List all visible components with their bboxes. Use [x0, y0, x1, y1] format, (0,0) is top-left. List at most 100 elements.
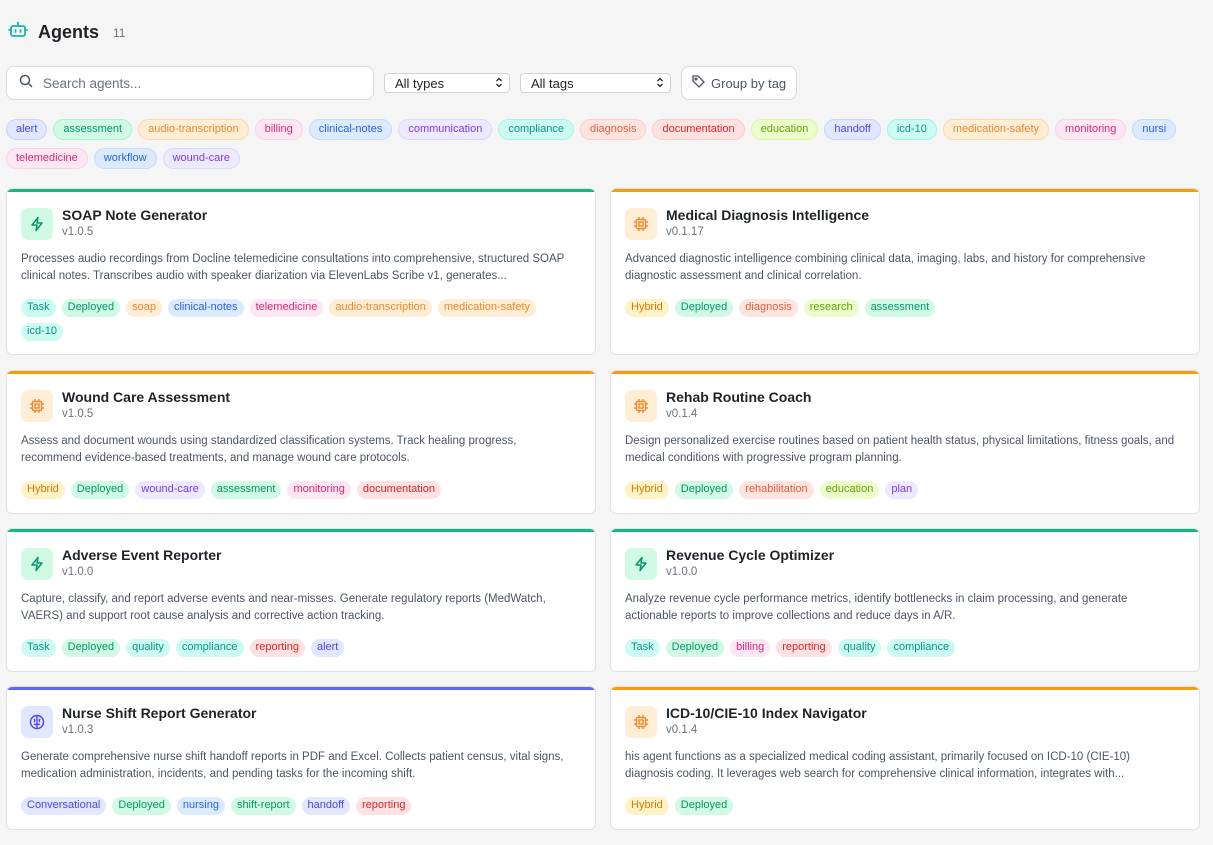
- agent-type-accent-bar: [611, 529, 1199, 532]
- filter-tag-chip[interactable]: compliance: [498, 119, 574, 140]
- agent-description: Processes audio recordings from Docline …: [21, 253, 565, 282]
- agent-tag: compliance: [887, 639, 956, 657]
- filter-tag-chip[interactable]: alert: [6, 119, 48, 140]
- filter-tag-chip[interactable]: medication-safety: [942, 119, 1050, 140]
- agent-type-accent-bar: [7, 687, 595, 690]
- agent-card[interactable]: SOAP Note Generator v1.0.5 Processes audio…: [6, 188, 596, 355]
- agent-tag: billing: [730, 639, 771, 657]
- agent-tag: Conversational: [21, 797, 107, 815]
- agent-tag: rehabilitation: [739, 481, 814, 499]
- filter-tag-chip[interactable]: wound-care: [162, 148, 241, 169]
- agent-tag: Deployed: [112, 797, 171, 815]
- agent-tag: Task: [21, 299, 56, 317]
- chip-icon: [21, 390, 53, 422]
- agent-tag: nursing: [176, 797, 225, 815]
- agent-name: Medical Diagnosis Intelligence: [666, 207, 870, 223]
- agent-type-accent-bar: [7, 189, 595, 192]
- agent-name: Revenue Cycle Optimizer: [666, 547, 835, 563]
- agent-name: Wound Care Assessment: [62, 389, 231, 405]
- agent-tag: research: [803, 299, 859, 317]
- agent-tag: Deployed: [674, 299, 734, 317]
- agent-tag: reporting: [776, 639, 832, 657]
- agent-name: Nurse Shift Report Generator: [62, 705, 257, 721]
- agent-type-accent-bar: [7, 529, 595, 532]
- agent-tag: Hybrid: [625, 299, 669, 317]
- agent-tag: shift-report: [230, 797, 296, 815]
- lightning-icon: [21, 548, 53, 580]
- agent-tag: Hybrid: [625, 797, 669, 815]
- filter-tag-chip[interactable]: nursi: [1132, 119, 1177, 140]
- agent-version: v1.0.5: [62, 226, 94, 238]
- agent-card[interactable]: Medical Diagnosis Intelligence v0.1.17 Adv…: [610, 188, 1200, 355]
- chevron-up-down-icon: [495, 76, 503, 91]
- filter-tag-chip[interactable]: documentation: [652, 119, 745, 140]
- robot-icon: [8, 20, 28, 45]
- agent-card[interactable]: Revenue Cycle Optimizer v1.0.0 Analyze rev…: [610, 528, 1200, 672]
- agent-name: SOAP Note Generator: [62, 207, 208, 223]
- agent-tag: diagnosis: [739, 299, 798, 317]
- type-filter-select[interactable]: All types: [384, 73, 510, 93]
- tag-filter-select[interactable]: All tags: [520, 73, 671, 93]
- lightning-icon: [21, 208, 53, 240]
- filter-tag-chip[interactable]: education: [750, 119, 819, 140]
- agent-type-accent-bar: [611, 189, 1199, 192]
- chip-icon: [625, 208, 657, 240]
- agent-version: v1.0.0: [666, 566, 698, 578]
- filter-tag-chip[interactable]: billing: [254, 119, 303, 140]
- filter-tag-chip[interactable]: icd-10: [886, 119, 937, 140]
- agent-tag: medication-safety: [437, 299, 537, 317]
- agent-card[interactable]: ICD-10/CIE-10 Index Navigator v0.1.4 his a…: [610, 686, 1200, 830]
- agent-tags: Task Deployed quality compliance reporting al…: [21, 639, 581, 657]
- group-by-tag-button[interactable]: Group by tag: [681, 66, 798, 100]
- agent-tag: assessment: [864, 299, 936, 317]
- agent-count-badge: 11: [113, 25, 126, 40]
- filter-tag-chip[interactable]: communication: [398, 119, 493, 140]
- agent-version: v1.0.3: [62, 724, 94, 736]
- tag-filter-value: All tags: [531, 75, 574, 91]
- agent-tag: monitoring: [287, 481, 351, 499]
- agent-tags: Task Deployed soap clinical-notes telemedici…: [21, 299, 581, 341]
- agent-tag: education: [819, 481, 880, 499]
- filter-tag-chip[interactable]: telemedicine: [6, 148, 88, 169]
- agent-tag: reporting: [249, 639, 305, 657]
- filter-tag-chip[interactable]: handoff: [824, 119, 881, 140]
- agent-tag: icd-10: [21, 323, 63, 341]
- filter-tag-chip[interactable]: diagnosis: [579, 119, 647, 140]
- agent-card[interactable]: Adverse Event Reporter v1.0.0 Capture, cla…: [6, 528, 596, 672]
- agent-tag: documentation: [356, 481, 441, 499]
- agent-name: Adverse Event Reporter: [62, 547, 222, 563]
- agent-type-accent-bar: [611, 371, 1199, 374]
- agent-tag: alert: [310, 639, 345, 657]
- group-by-tag-label: Group by tag: [711, 75, 787, 91]
- search-box[interactable]: [6, 66, 374, 100]
- agent-card[interactable]: Wound Care Assessment v1.0.5 Assess and do…: [6, 370, 596, 514]
- filter-controls: All types All tags Group by tag: [6, 66, 798, 100]
- agent-card[interactable]: Rehab Routine Coach v0.1.4 Design personal…: [610, 370, 1200, 514]
- agent-description: Analyze revenue cycle performance metric…: [625, 593, 1128, 622]
- page-title: Agents: [38, 22, 100, 42]
- agent-tag: Deployed: [61, 639, 121, 657]
- filter-tag-chip[interactable]: audio-transcription: [138, 119, 249, 140]
- agent-description: his agent functions as a specialized med…: [625, 751, 1130, 780]
- agent-name: Rehab Routine Coach: [666, 389, 812, 405]
- agent-tags: Conversational Deployed nursing shift-repor…: [21, 797, 581, 815]
- type-filter-value: All types: [395, 75, 445, 91]
- search-input[interactable]: [43, 75, 343, 91]
- filter-tag-chip[interactable]: assessment: [53, 119, 133, 140]
- agent-description: Design personalized exercise routines ba…: [625, 435, 1175, 464]
- agent-tag: Task: [625, 639, 660, 657]
- agent-description: Assess and document wounds using standar…: [21, 435, 517, 464]
- agent-card[interactable]: Nurse Shift Report Generator v1.0.3 Genera…: [6, 686, 596, 830]
- agent-tag: wound-care: [135, 481, 205, 499]
- filter-tag-chip[interactable]: workflow: [93, 148, 157, 169]
- agent-description: Generate comprehensive nurse shift hando…: [21, 751, 564, 780]
- agent-tag: quality: [126, 639, 170, 657]
- tag-filter-row: alert assessment audio-transcription billin…: [6, 119, 1177, 140]
- agent-tag: Deployed: [665, 639, 725, 657]
- filter-tag-chip[interactable]: monitoring: [1055, 119, 1127, 140]
- agent-tags: Hybrid Deployed wound-care assessment monito…: [21, 481, 581, 499]
- agent-tag: Deployed: [70, 481, 130, 499]
- agent-name: ICD-10/CIE-10 Index Navigator: [666, 705, 867, 721]
- agent-tag: Deployed: [674, 797, 734, 815]
- filter-tag-chip[interactable]: clinical-notes: [308, 119, 393, 140]
